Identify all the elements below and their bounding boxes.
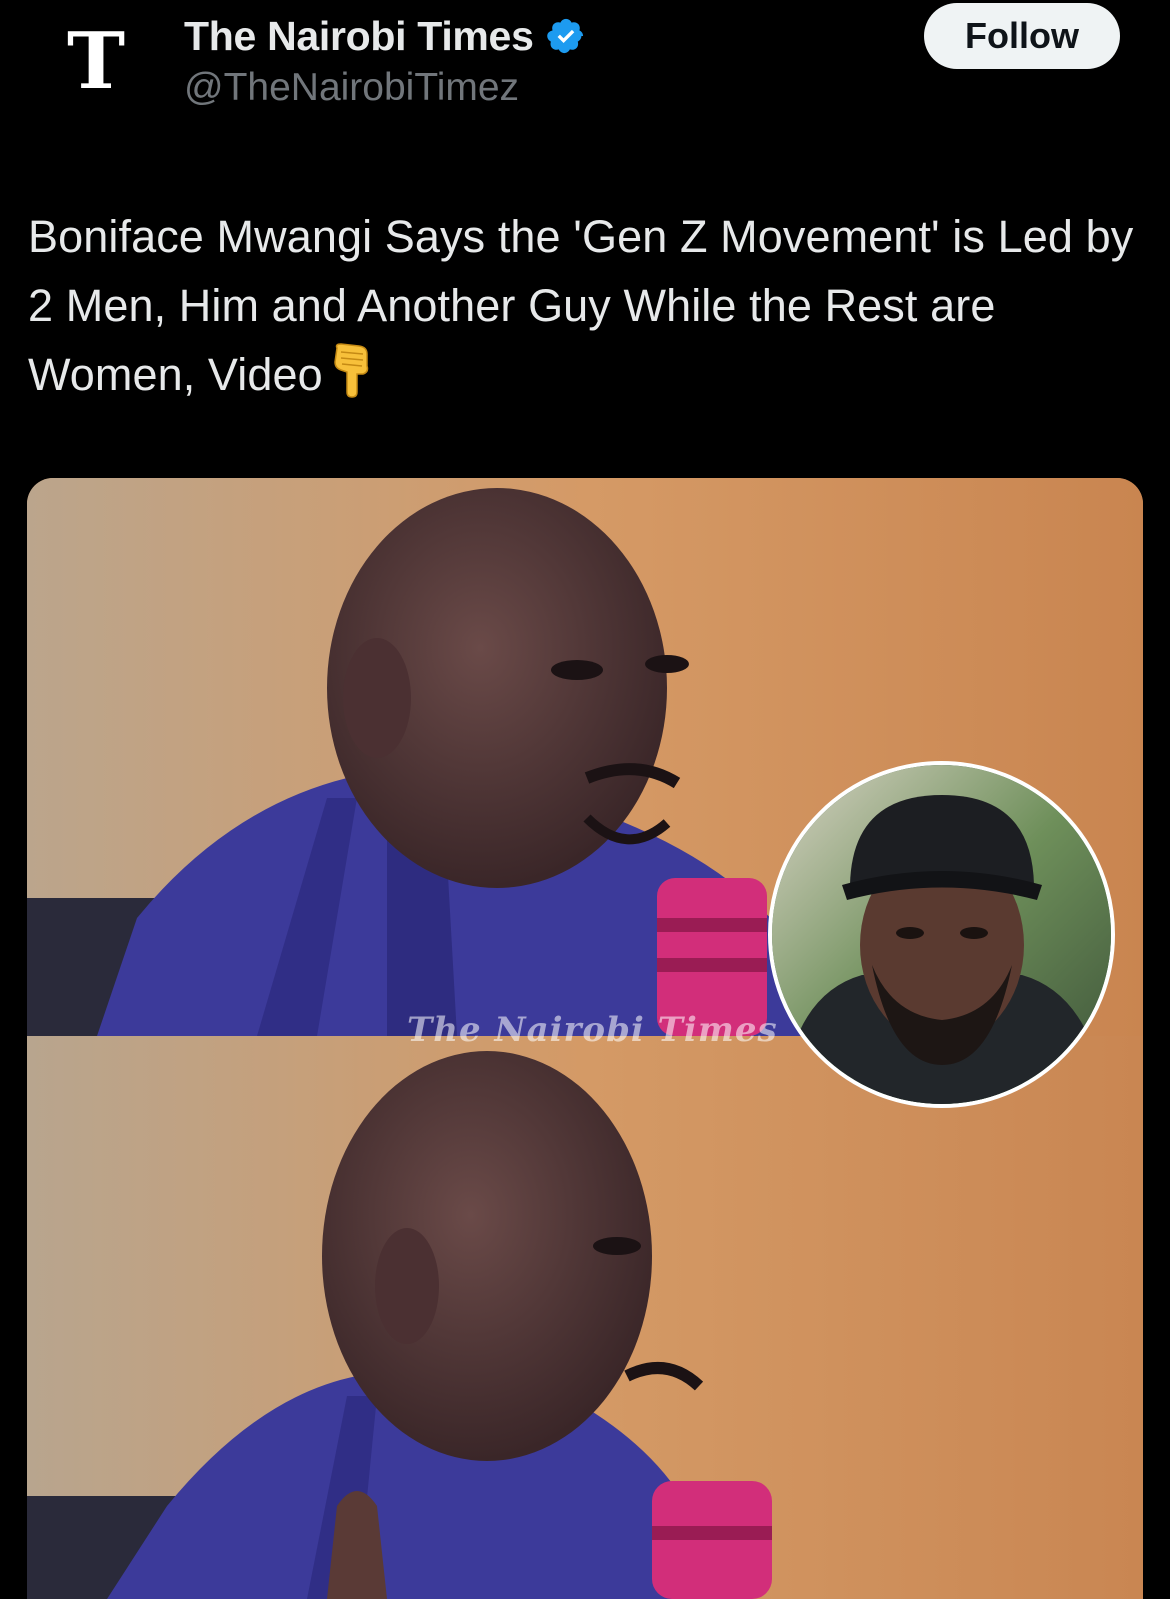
post-text-body: Boniface Mwangi Says the 'Gen Z Movement…: [28, 211, 1134, 400]
inset-portrait: [768, 761, 1115, 1108]
newspaper-logo-icon[interactable]: T: [54, 20, 138, 104]
account-handle[interactable]: @TheNairobiTimez: [184, 66, 519, 110]
video-watermark: The Nairobi Times: [407, 1010, 778, 1050]
account-name[interactable]: The Nairobi Times: [184, 13, 534, 60]
inset-portrait-image: [772, 765, 1111, 1104]
backhand-index-pointing-down-emoji: [333, 343, 368, 398]
follow-button[interactable]: Follow: [924, 3, 1120, 69]
video-frame-bottom: [27, 1036, 1143, 1599]
post-text: Boniface Mwangi Says the 'Gen Z Movement…: [28, 202, 1138, 409]
account-name-row: The Nairobi Times: [184, 10, 586, 62]
video-frame-bottom-image: [27, 1036, 1143, 1599]
post-media-image[interactable]: The Nairobi Times: [27, 478, 1143, 1599]
verified-badge-icon: [546, 18, 583, 54]
avatar-glyph: T: [66, 16, 126, 107]
post-header: T The Nairobi Times @TheNairobiTimez Fol…: [0, 0, 1170, 130]
